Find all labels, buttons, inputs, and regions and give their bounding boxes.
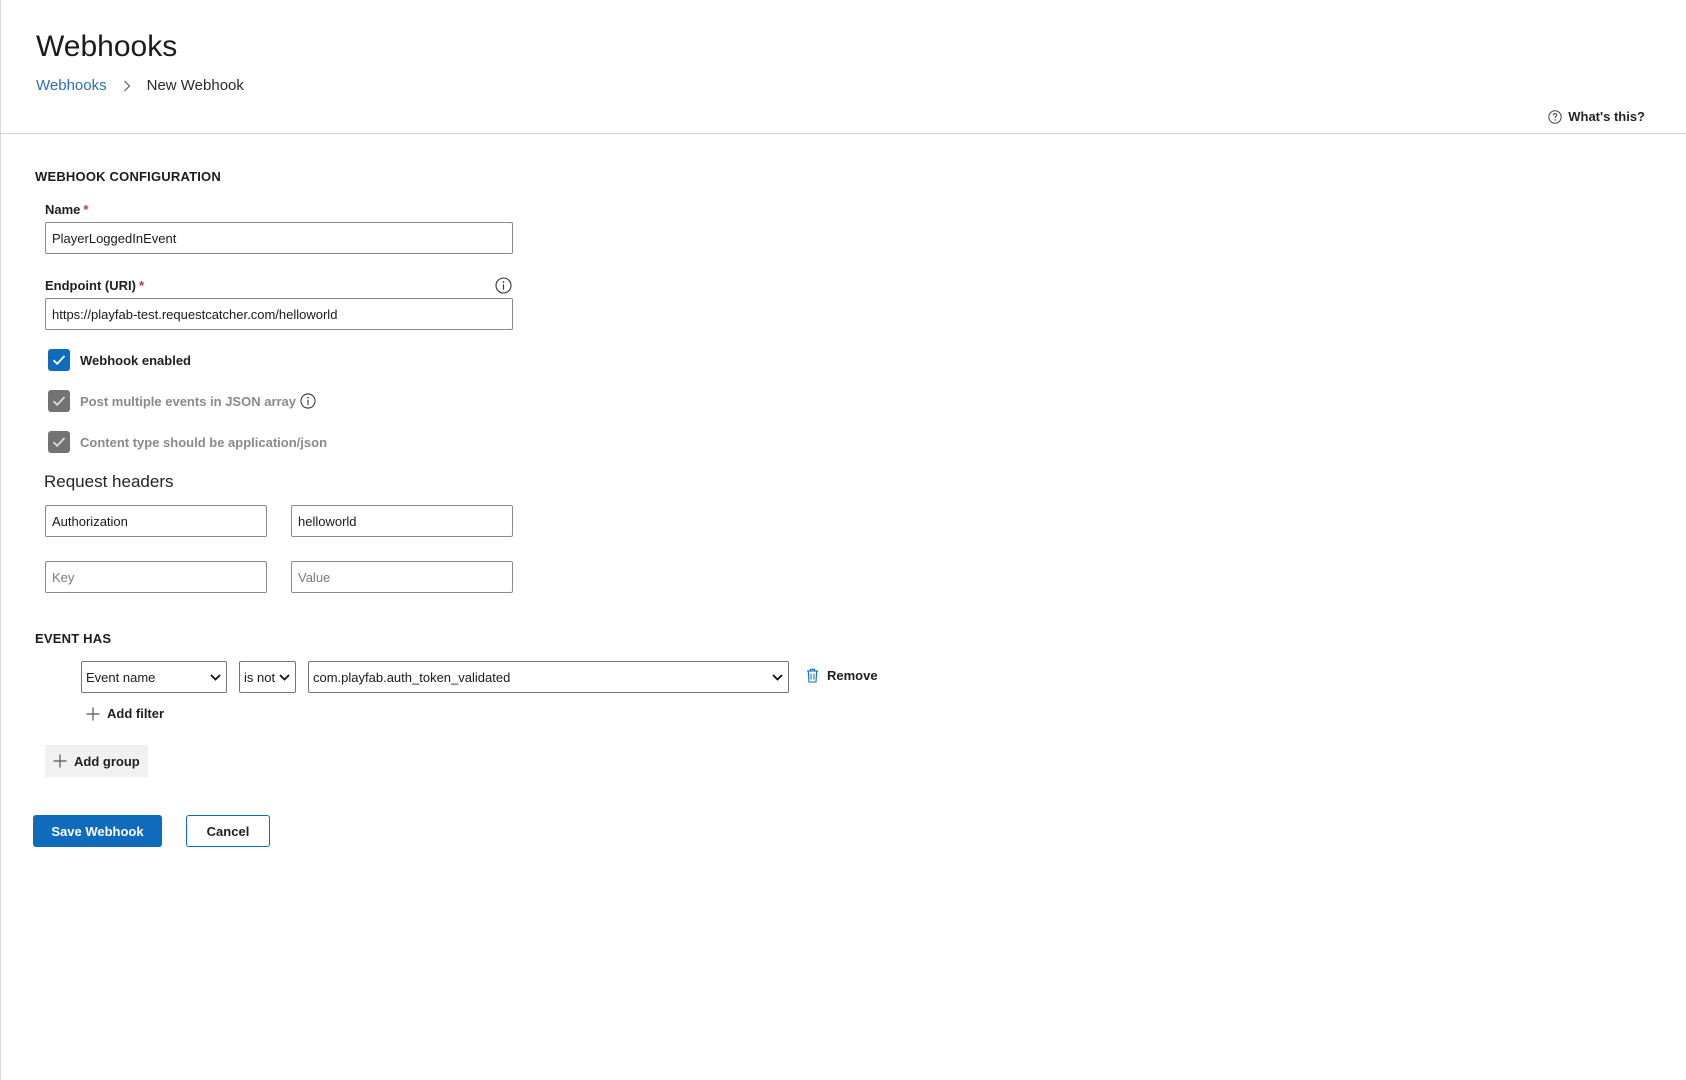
- whats-this-link[interactable]: What's this?: [1548, 109, 1645, 124]
- request-headers-title: Request headers: [44, 472, 174, 491]
- name-input[interactable]: [45, 222, 513, 254]
- filter-field-value: Event name: [86, 669, 156, 685]
- webhook-enabled-checkbox-row[interactable]: Webhook enabled: [48, 349, 191, 371]
- trash-icon: [807, 668, 818, 683]
- content-type-checkbox-row: Content type should be application/json: [48, 431, 327, 453]
- breadcrumb-link-webhooks[interactable]: Webhooks: [36, 77, 107, 94]
- chevron-down-icon: [279, 673, 290, 681]
- info-icon[interactable]: [495, 277, 512, 294]
- add-group-button[interactable]: Add group: [45, 745, 148, 777]
- plus-icon: [86, 707, 100, 720]
- header-divider: [0, 133, 1686, 134]
- header-key-input[interactable]: [45, 505, 267, 537]
- content-type-checkbox: [48, 431, 70, 453]
- add-filter-button[interactable]: Add filter: [86, 706, 164, 721]
- checkmark-icon: [52, 396, 66, 407]
- breadcrumb-current: New Webhook: [146, 77, 244, 94]
- checkmark-icon: [52, 355, 66, 366]
- checkmark-icon: [52, 437, 66, 448]
- chevron-down-icon: [210, 673, 221, 681]
- new-header-key-input[interactable]: [45, 561, 267, 593]
- filter-operator-value: is not: [244, 669, 276, 685]
- section-title-webhook-configuration: WEBHOOK CONFIGURATION: [35, 169, 221, 184]
- whats-this-label: What's this?: [1568, 109, 1645, 124]
- remove-label: Remove: [827, 668, 878, 683]
- question-circle-icon: [1548, 109, 1562, 124]
- filter-operator-select[interactable]: is not: [239, 661, 296, 693]
- remove-filter-button[interactable]: Remove: [806, 668, 878, 683]
- webhook-enabled-label: Webhook enabled: [80, 352, 191, 368]
- chevron-right-icon: [123, 80, 131, 92]
- section-title-event-has: EVENT HAS: [35, 631, 112, 646]
- webhook-enabled-checkbox[interactable]: [48, 349, 70, 371]
- post-multiple-events-label: Post multiple events in JSON array: [80, 393, 297, 409]
- post-multiple-events-checkbox-row: Post multiple events in JSON array: [48, 390, 316, 412]
- header-value-input[interactable]: [291, 505, 513, 537]
- endpoint-label-text: Endpoint (URI): [45, 278, 136, 293]
- cancel-button[interactable]: Cancel: [186, 815, 270, 847]
- filter-value-value: com.playfab.auth_token_validated: [313, 669, 511, 685]
- name-label-text: Name: [45, 202, 81, 217]
- endpoint-label: Endpoint (URI) *: [45, 278, 144, 293]
- left-border: [0, 0, 1, 1080]
- add-group-label: Add group: [74, 753, 140, 769]
- filter-field-select[interactable]: Event name: [81, 661, 227, 693]
- post-multiple-events-checkbox: [48, 390, 70, 412]
- filter-value-select[interactable]: com.playfab.auth_token_validated: [308, 661, 789, 693]
- save-webhook-button[interactable]: Save Webhook: [33, 815, 162, 847]
- endpoint-input[interactable]: [45, 298, 513, 330]
- content-type-label: Content type should be application/json: [80, 434, 328, 450]
- chevron-down-icon: [772, 673, 783, 681]
- name-label: Name *: [45, 202, 88, 217]
- add-filter-label: Add filter: [107, 706, 165, 721]
- plus-icon: [53, 754, 67, 768]
- required-marker: *: [83, 202, 89, 217]
- info-icon[interactable]: [300, 393, 316, 409]
- page-title: Webhooks: [36, 30, 178, 63]
- required-marker: *: [138, 278, 145, 293]
- breadcrumb: Webhooks New Webhook: [36, 77, 244, 94]
- new-header-value-input[interactable]: [291, 561, 513, 593]
